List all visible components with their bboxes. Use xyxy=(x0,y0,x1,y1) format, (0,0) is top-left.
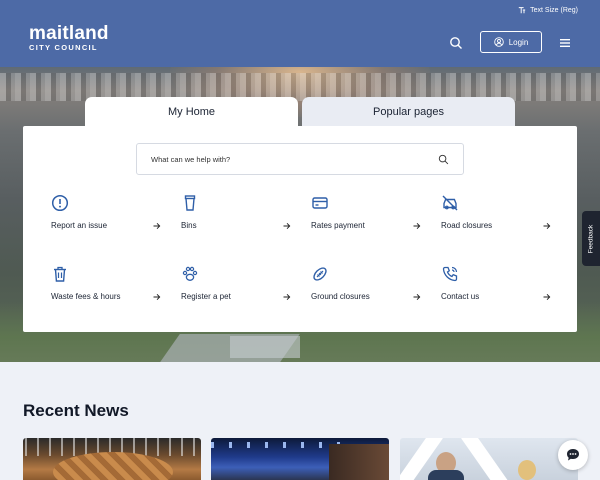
quick-link-register-pet[interactable]: Register a pet xyxy=(181,265,291,305)
search-field[interactable] xyxy=(136,143,464,175)
paw-icon xyxy=(182,266,198,281)
search-input[interactable] xyxy=(151,154,438,164)
text-size-icon xyxy=(518,7,526,14)
chat-button[interactable] xyxy=(558,440,588,470)
text-size-toggle[interactable]: Text Size (Reg) xyxy=(518,6,578,14)
quick-link-rates-payment[interactable]: Rates payment xyxy=(311,194,421,234)
recent-news-heading: Recent News xyxy=(23,401,129,420)
quick-link-label: Report an issue xyxy=(51,221,108,230)
login-button[interactable]: Login xyxy=(480,31,542,53)
quick-link-label: Road closures xyxy=(441,221,493,230)
search-icon[interactable] xyxy=(449,36,463,50)
quick-links-panel: Report an issue Bins Rates payment Road … xyxy=(23,126,577,332)
arrow-right-icon xyxy=(283,222,291,230)
arrow-right-icon xyxy=(543,222,551,230)
chat-icon xyxy=(567,449,579,461)
alert-circle-icon xyxy=(51,194,69,212)
arrow-right-icon xyxy=(153,222,161,230)
arrow-right-icon xyxy=(153,293,161,301)
text-size-label: Text Size (Reg) xyxy=(530,6,578,14)
arrow-right-icon xyxy=(413,222,421,230)
arrow-right-icon xyxy=(413,293,421,301)
car-off-icon xyxy=(442,195,458,211)
credit-card-icon xyxy=(312,197,328,209)
quick-link-label: Ground closures xyxy=(311,292,370,301)
quick-link-label: Contact us xyxy=(441,292,480,301)
quick-link-waste-fees[interactable]: Waste fees & hours xyxy=(51,265,161,305)
logo-main-text: maitland xyxy=(29,23,109,44)
hamburger-menu-icon[interactable] xyxy=(560,39,570,47)
site-header: maitland CITY COUNCIL Text Size (Reg) Lo… xyxy=(0,0,600,67)
quick-link-road-closures[interactable]: Road closures xyxy=(441,194,551,234)
quick-link-ground-closures[interactable]: Ground closures xyxy=(311,265,421,305)
feedback-label: Feedback xyxy=(587,224,595,253)
news-card-image[interactable] xyxy=(23,438,201,480)
council-logo[interactable]: maitland CITY COUNCIL xyxy=(29,23,109,53)
trash-icon xyxy=(54,266,66,282)
quick-link-label: Waste fees & hours xyxy=(51,292,121,301)
logo-sub-text: CITY COUNCIL xyxy=(29,43,98,52)
user-icon xyxy=(493,37,504,47)
quick-link-contact-us[interactable]: Contact us xyxy=(441,265,551,305)
tab-popular-pages[interactable]: Popular pages xyxy=(302,97,515,127)
arrow-right-icon xyxy=(543,293,551,301)
search-icon[interactable] xyxy=(438,154,449,165)
tab-my-home[interactable]: My Home xyxy=(85,97,298,127)
quick-link-label: Register a pet xyxy=(181,292,231,301)
news-card-image[interactable] xyxy=(211,438,389,480)
news-card-image[interactable] xyxy=(400,438,578,480)
bin-icon xyxy=(184,195,196,211)
quick-link-label: Rates payment xyxy=(311,221,365,230)
phone-call-icon xyxy=(442,266,458,282)
quick-link-report-issue[interactable]: Report an issue xyxy=(51,194,161,234)
football-icon xyxy=(313,267,327,281)
feedback-tab[interactable]: Feedback xyxy=(582,211,600,266)
quick-link-bins[interactable]: Bins xyxy=(181,194,291,234)
arrow-right-icon xyxy=(283,293,291,301)
login-label: Login xyxy=(508,37,529,47)
quick-link-label: Bins xyxy=(181,221,197,230)
